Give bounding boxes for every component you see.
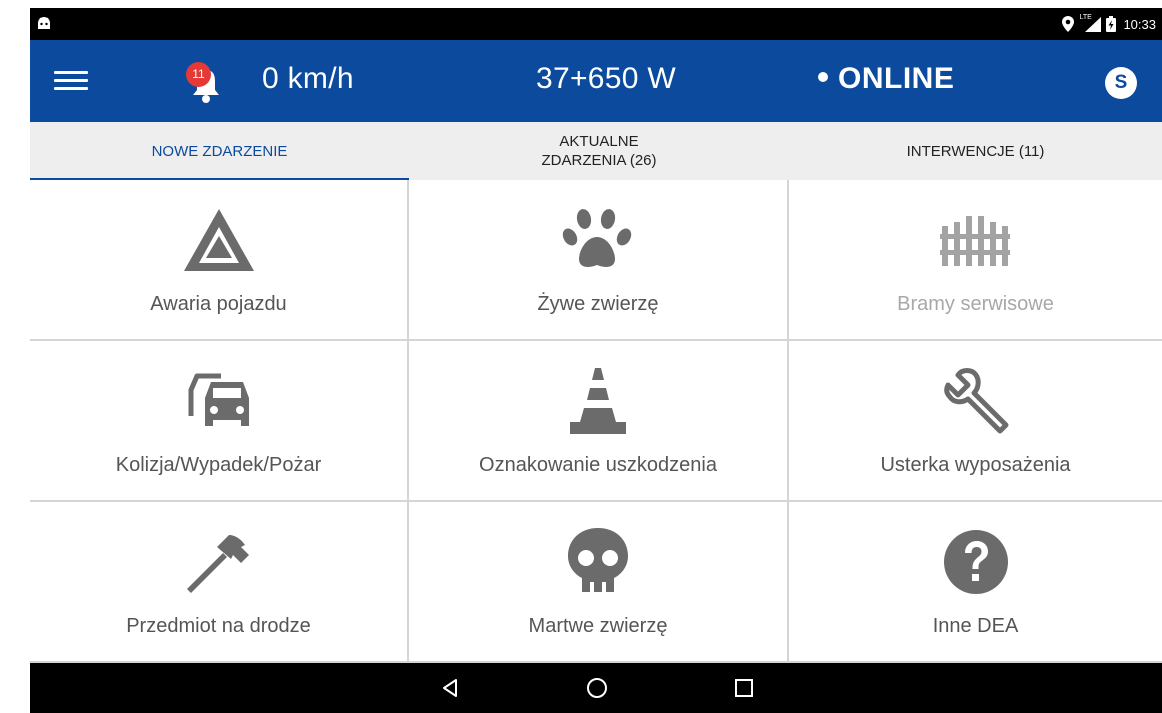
hamburger-icon-line (54, 79, 88, 82)
event-label: Martwe zwierzę (528, 615, 668, 637)
app-bar: 11 0 km/h 37+650 W ONLINE S (30, 40, 1162, 122)
notifications-button[interactable]: 11 (186, 62, 226, 106)
tab-interwencje[interactable]: INTERWENCJE (11) (789, 122, 1162, 180)
menu-button[interactable] (54, 66, 88, 96)
event-label: Awaria pojazdu (150, 293, 287, 315)
hamburger-icon-line (54, 71, 88, 74)
tab-bar: NOWE ZDARZENIE AKTUALNE ZDARZENIA (26) I… (30, 122, 1162, 181)
android-icon (38, 17, 50, 29)
location-icon (1062, 16, 1075, 32)
app-screen: LTE 10:33 11 0 km/h 37+650 W ONLINE S NO… (30, 8, 1162, 713)
hazard-triangle-icon (183, 209, 254, 271)
tab-label: AKTUALNE ZDARZENIA (26) (541, 133, 657, 169)
event-usterka-wyposazenia[interactable]: Usterka wyposażenia (789, 341, 1162, 502)
event-label: Bramy serwisowe (897, 293, 1054, 315)
event-label: Żywe zwierzę (537, 293, 659, 315)
fence-gate-icon (939, 216, 1010, 266)
event-label: Kolizja/Wypadek/Pożar (115, 454, 322, 476)
event-label: Usterka wyposażenia (880, 454, 1071, 476)
tab-label: INTERWENCJE (11) (906, 142, 1045, 160)
event-type-grid: Awaria pojazdu Żywe zwierzę Bramy serwis… (30, 180, 1162, 663)
system-nav-bar (30, 663, 1162, 713)
event-zywe-zwierze[interactable]: Żywe zwierzę (409, 180, 789, 341)
connection-status: ONLINE (812, 62, 954, 96)
road-position: 37+650 W (536, 62, 676, 95)
recents-icon[interactable] (732, 676, 756, 700)
skull-icon (568, 528, 628, 592)
home-icon[interactable] (585, 676, 609, 700)
online-dot-icon (818, 72, 828, 83)
battery-charging-icon (1106, 16, 1117, 32)
notification-count-badge: 11 (186, 62, 211, 87)
tab-aktualne-zdarzenia[interactable]: AKTUALNE ZDARZENIA (26) (409, 122, 789, 180)
event-awaria-pojazdu[interactable]: Awaria pojazdu (30, 180, 409, 341)
clock: 10:33 (1123, 16, 1156, 32)
speed-readout: 0 km/h (262, 62, 354, 95)
event-martwe-zwierze[interactable]: Martwe zwierzę (409, 502, 789, 663)
car-collision-icon (188, 373, 249, 426)
event-label: Oznakowanie uszkodzenia (479, 454, 717, 476)
connection-status-label: ONLINE (838, 62, 955, 95)
question-circle-icon (943, 530, 1008, 594)
event-label: Inne DEA (932, 615, 1019, 637)
status-bar: LTE 10:33 (30, 8, 1162, 40)
hammer-icon (186, 535, 249, 593)
tab-nowe-zdarzenie[interactable]: NOWE ZDARZENIE (30, 122, 409, 181)
event-bramy-serwisowe[interactable]: Bramy serwisowe (789, 180, 1162, 341)
user-avatar[interactable]: S (1105, 67, 1137, 99)
back-icon[interactable] (438, 676, 462, 700)
paw-icon (562, 209, 632, 267)
wrench-icon (943, 368, 1008, 434)
event-przedmiot-na-drodze[interactable]: Przedmiot na drodze (30, 502, 409, 663)
lte-signal-icon: LTE (1079, 14, 1102, 32)
event-kolizja-wypadek-pozar[interactable]: Kolizja/Wypadek/Pożar (30, 341, 409, 502)
event-inne-dea[interactable]: Inne DEA (789, 502, 1162, 663)
event-oznakowanie-uszkodzenia[interactable]: Oznakowanie uszkodzenia (409, 341, 789, 502)
traffic-cone-icon (570, 368, 626, 434)
event-label: Przedmiot na drodze (126, 615, 311, 637)
tab-label: NOWE ZDARZENIE (151, 142, 288, 160)
hamburger-icon-line (54, 87, 88, 90)
